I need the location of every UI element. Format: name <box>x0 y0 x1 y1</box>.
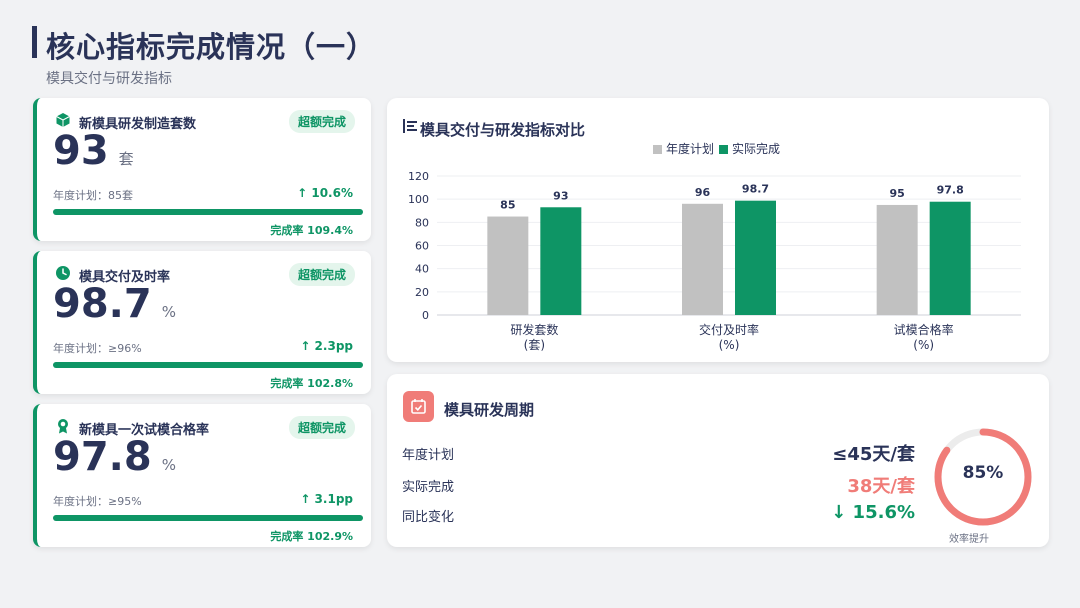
completion-rate: 完成率 109.4% <box>270 224 353 237</box>
bar-actual <box>540 207 582 315</box>
legend-swatch <box>653 145 662 154</box>
kpi-value: 98.7% <box>53 281 176 327</box>
x-tick-label: 研发套数 <box>510 322 558 337</box>
kpi-value: 97.8% <box>53 434 176 480</box>
y-tick-label: 100 <box>408 193 429 206</box>
x-tick-label: 试模合格率 <box>894 322 954 337</box>
cycle-panel: 模具研发周期 年度计划 ≤45天/套 实际完成 38天/套 同比变化 ↓ 15.… <box>387 374 1049 547</box>
legend-label: 年度计划 <box>666 141 714 156</box>
bar-chart: 0 20 40 60 80 100 120 年度计划 实际完成 85 93 研发套数(套) 96 98.7… <box>408 141 1021 352</box>
data-label: 95 <box>890 187 905 200</box>
cycle-row-label: 实际完成 <box>402 480 455 495</box>
data-label: 93 <box>553 189 568 202</box>
data-label: 96 <box>695 186 711 199</box>
kpi-value: 93 套 <box>53 128 134 174</box>
kpi-unit: % <box>161 456 176 474</box>
x-tick-label: (套) <box>524 338 545 352</box>
kpi-plan: 年度计划：85套 <box>53 189 133 202</box>
title-accent-bar <box>32 26 37 58</box>
cycle-row-label: 年度计划 <box>402 448 455 463</box>
cycle-row-value: 38天/套 <box>847 476 915 497</box>
cycle-row-value: ≤45天/套 <box>832 444 915 465</box>
progress-fill <box>53 515 363 521</box>
kpi-unit: % <box>161 303 176 321</box>
cycle-row-label: 同比变化 <box>402 510 455 525</box>
progress-bar <box>53 362 363 368</box>
calendar-icon <box>403 391 434 422</box>
cube-icon <box>56 113 70 127</box>
kpi-card-mold-count: 新模具研发制造套数 超额完成 93 套 年度计划：85套 ↑ 10.6% 完成率 … <box>33 98 371 241</box>
clock-icon <box>56 266 70 280</box>
kpi-card-trial-pass-rate: 新模具一次试模合格率 超额完成 97.8% 年度计划：≥95% ↑ 3.1pp … <box>33 404 371 547</box>
x-tick-label: (%) <box>913 338 934 352</box>
cycle-title: 模具研发周期 <box>444 401 535 419</box>
ring-caption: 效率提升 <box>949 534 989 545</box>
kpi-change: ↑ 3.1pp <box>300 492 353 506</box>
y-tick-label: 40 <box>415 263 429 276</box>
efficiency-ring: 85% <box>931 425 1035 529</box>
kpi-unit: 套 <box>118 150 134 168</box>
kpi-change: ↑ 10.6% <box>297 186 353 200</box>
y-tick-label: 20 <box>415 286 429 299</box>
progress-fill <box>53 362 363 368</box>
data-label: 98.7 <box>742 183 769 196</box>
y-tick-label: 0 <box>422 309 429 322</box>
x-tick-label: (%) <box>719 338 740 352</box>
bar-actual <box>735 200 776 315</box>
award-icon <box>58 419 68 434</box>
bar-plan <box>876 204 918 315</box>
y-tick-label: 80 <box>415 216 429 229</box>
data-label: 97.8 <box>937 184 964 197</box>
x-tick-label: 交付及时率 <box>699 322 759 337</box>
status-badge: 超额完成 <box>288 416 355 439</box>
progress-bar <box>53 515 363 521</box>
kpi-card-delivery-rate: 模具交付及时率 超额完成 98.7% 年度计划：≥96% ↑ 2.3pp 完成率… <box>33 251 371 394</box>
completion-rate: 完成率 102.8% <box>270 377 353 390</box>
cycle-row-value: ↓ 15.6% <box>831 502 915 523</box>
kpi-change: ↑ 2.3pp <box>300 339 353 353</box>
y-tick-label: 60 <box>415 240 429 253</box>
bar-plan <box>682 203 723 315</box>
y-tick-label: 120 <box>408 170 429 183</box>
completion-rate: 完成率 102.9% <box>270 530 353 543</box>
ring-percent: 85% <box>962 463 1004 483</box>
legend-label: 实际完成 <box>732 141 780 156</box>
kpi-plan: 年度计划：≥96% <box>53 342 142 355</box>
chart-panel: 模具交付与研发指标对比 0 20 40 60 80 100 120 年度计划 实际完成 85 93 研… <box>387 98 1049 362</box>
page-title: 核心指标完成情况（一） <box>46 30 377 64</box>
kpi-plan: 年度计划：≥95% <box>53 495 142 508</box>
bar-plan <box>487 216 529 315</box>
legend-swatch <box>719 145 728 154</box>
status-badge: 超额完成 <box>288 263 355 286</box>
bar-actual <box>929 201 971 315</box>
page-subtitle: 模具交付与研发指标 <box>46 71 172 87</box>
data-label: 85 <box>500 199 515 212</box>
progress-fill <box>53 209 363 215</box>
progress-bar <box>53 209 363 215</box>
status-badge: 超额完成 <box>288 110 355 133</box>
